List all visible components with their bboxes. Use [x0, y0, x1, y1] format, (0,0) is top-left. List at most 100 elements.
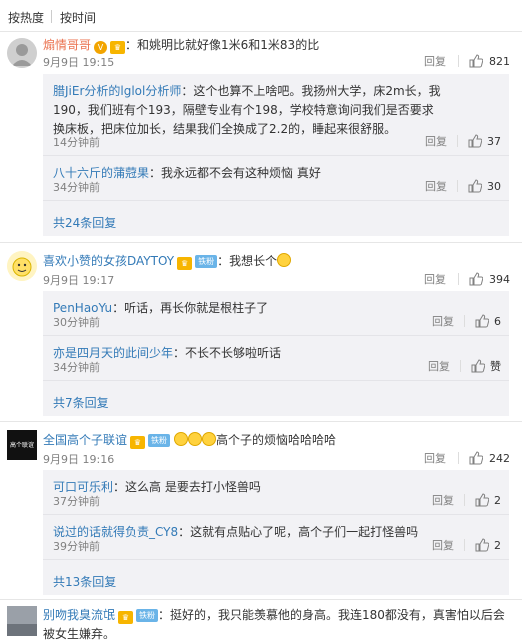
- like-count: 30: [487, 179, 501, 193]
- user-avatar-icon: [7, 251, 37, 281]
- reply-time: 34分钟前: [53, 361, 100, 374]
- sort-by-hot-tab[interactable]: 按热度: [8, 9, 44, 26]
- reply-box: 可口可乐利：这么高 是要去打小怪兽吗 37分钟前 回复 2 说过的话就得负责_C…: [43, 470, 509, 595]
- thumb-up-icon[interactable]: [475, 493, 489, 507]
- comment-time: 9月9日 19:17: [43, 274, 115, 287]
- action-divider: [457, 180, 458, 192]
- reply-button[interactable]: 回复: [425, 133, 447, 149]
- thumb-up-icon[interactable]: [468, 134, 482, 148]
- avatar[interactable]: [7, 606, 37, 636]
- reply-text: ：这就有点贴心了呢，高个子们一起打怪兽吗: [178, 525, 419, 539]
- action-divider: [460, 360, 461, 372]
- comment-time: 9月9日 19:16: [43, 453, 115, 466]
- reply-button[interactable]: 回复: [424, 271, 446, 287]
- comment-item: 喜欢小赞的女孩DAYTOY ♛ 铁粉 ：我想长个 9月9日 19:17 回复 394 …: [0, 243, 522, 423]
- reply-username[interactable]: 可口可乐利: [53, 480, 113, 494]
- laugh-emoji-icon: [188, 432, 203, 446]
- reply-username[interactable]: 八十六斤的蒲蒄果: [53, 166, 149, 180]
- crown-badge-icon: ♛: [177, 257, 193, 270]
- reply-username[interactable]: 说过的话就得负责_CY8: [53, 525, 178, 539]
- comment-username[interactable]: 煽情哥哥: [43, 38, 91, 52]
- user-avatar-icon: [7, 606, 37, 636]
- crown-badge-icon: ♛: [110, 41, 126, 54]
- reply-time: 34分钟前: [53, 181, 100, 194]
- action-divider: [464, 494, 465, 506]
- fan-badge: 铁粉: [148, 434, 171, 447]
- reply-box: 腊JiEr分析的lglol分析师：这个也算不上啥吧。我扬州大学，床2m长，我19…: [43, 74, 509, 236]
- reply-item: 可口可乐利：这么高 是要去打小怪兽吗 37分钟前 回复 2: [43, 470, 509, 515]
- thumb-up-icon[interactable]: [469, 272, 483, 286]
- avatar-label: 高个联谊: [9, 442, 34, 449]
- verified-badge-icon: V: [94, 41, 108, 54]
- like-count: 6: [494, 314, 501, 328]
- sort-by-time-tab[interactable]: 按时间: [60, 9, 96, 26]
- reply-button[interactable]: 回复: [424, 450, 446, 466]
- comment-item: 别吻我臭流氓 ♛ 铁粉 ：挺好的，我只能羡慕他的身高。我连180都没有，真害怕以后会被…: [0, 600, 522, 644]
- like-count: 2: [494, 538, 501, 552]
- comment-item: 高个联谊 全国高个子联谊 ♛ 铁粉 高个子的烦恼哈哈哈哈 9月9日 19:16 回复 …: [0, 422, 522, 600]
- reply-button[interactable]: 回复: [425, 178, 447, 194]
- avatar[interactable]: [7, 251, 37, 281]
- comment-username[interactable]: 全国高个子联谊: [43, 433, 127, 447]
- fan-badge: 铁粉: [136, 609, 159, 622]
- avatar[interactable]: [7, 38, 37, 68]
- like-count: 821: [489, 54, 510, 68]
- reply-text: ：我永远都不会有这种烦恼 真好: [149, 166, 321, 180]
- reply-item: 说过的话就得负责_CY8：这就有点贴心了呢，高个子们一起打怪兽吗 39分钟前 回…: [43, 515, 509, 560]
- more-replies-link[interactable]: 共13条回复: [53, 573, 116, 590]
- crown-badge-icon: ♛: [118, 611, 134, 624]
- thumb-up-icon[interactable]: [471, 359, 485, 373]
- action-divider: [464, 539, 465, 551]
- reply-item: 腊JiEr分析的lglol分析师：这个也算不上啥吧。我扬州大学，床2m长，我19…: [43, 74, 509, 156]
- like-count: 37: [487, 134, 501, 148]
- comment-time: 9月9日 19:15: [43, 56, 115, 69]
- sort-divider: [51, 10, 52, 23]
- crown-badge-icon: ♛: [130, 436, 146, 449]
- more-replies-link[interactable]: 共24条回复: [53, 214, 116, 231]
- reply-text: ：不长不长够啦听话: [173, 346, 282, 360]
- reply-time: 39分钟前: [53, 540, 100, 553]
- action-divider: [457, 135, 458, 147]
- reply-button[interactable]: 回复: [424, 53, 446, 69]
- comment-username[interactable]: 别吻我臭流氓: [43, 608, 115, 622]
- action-divider: [464, 315, 465, 327]
- reply-item: 亦是四月天的此间少年：不长不长够啦听话 34分钟前 回复 赞: [43, 336, 509, 381]
- comment-text: ：和姚明比就好像1米6和1米83的比: [125, 38, 320, 52]
- reply-username[interactable]: PenHaoYu: [53, 301, 112, 315]
- thumb-up-icon[interactable]: [469, 54, 483, 68]
- reply-username[interactable]: 腊JiEr分析的lglol分析师: [53, 84, 181, 98]
- sort-bar: 按热度 按时间: [0, 0, 522, 32]
- action-divider: [458, 55, 459, 67]
- reply-button[interactable]: 回复: [432, 537, 454, 553]
- like-count: 2: [494, 493, 501, 507]
- reply-item: 八十六斤的蒲蒄果：我永远都不会有这种烦恼 真好 34分钟前 回复 30: [43, 156, 509, 201]
- action-divider: [458, 273, 459, 285]
- reply-button[interactable]: 回复: [432, 492, 454, 508]
- more-replies-link[interactable]: 共7条回复: [53, 394, 109, 411]
- reply-text: ：听话，再长你就是根柱子了: [112, 301, 269, 315]
- laugh-emoji-icon: [202, 432, 217, 446]
- smile-emoji-icon: [277, 253, 292, 267]
- action-divider: [458, 452, 459, 464]
- reply-button[interactable]: 回复: [428, 358, 450, 374]
- thumb-up-icon[interactable]: [475, 314, 489, 328]
- laugh-emoji-icon: [174, 432, 189, 446]
- thumb-up-icon[interactable]: [475, 538, 489, 552]
- comment-text: 高个子的烦恼哈哈哈哈: [216, 433, 337, 447]
- thumb-up-icon[interactable]: [468, 179, 482, 193]
- like-count: 394: [489, 272, 510, 286]
- reply-button[interactable]: 回复: [432, 313, 454, 329]
- thumb-up-icon[interactable]: [469, 451, 483, 465]
- comment-username[interactable]: 喜欢小赞的女孩DAYTOY: [43, 254, 174, 268]
- fan-badge: 铁粉: [195, 255, 218, 268]
- reply-item: PenHaoYu：听话，再长你就是根柱子了 30分钟前 回复 6: [43, 291, 509, 336]
- avatar[interactable]: 高个联谊: [7, 430, 37, 460]
- reply-time: 14分钟前: [53, 136, 100, 149]
- reply-box: PenHaoYu：听话，再长你就是根柱子了 30分钟前 回复 6 亦是四月天的此…: [43, 291, 509, 416]
- reply-username[interactable]: 亦是四月天的此间少年: [53, 346, 173, 360]
- reply-text: ：这么高 是要去打小怪兽吗: [113, 480, 261, 494]
- user-avatar-icon: [7, 38, 37, 68]
- reply-time: 37分钟前: [53, 495, 100, 508]
- like-count: 赞: [490, 360, 501, 373]
- comment-item: 煽情哥哥 V ♛ ：和姚明比就好像1米6和1米83的比 9月9日 19:15 回复 8…: [0, 32, 522, 242]
